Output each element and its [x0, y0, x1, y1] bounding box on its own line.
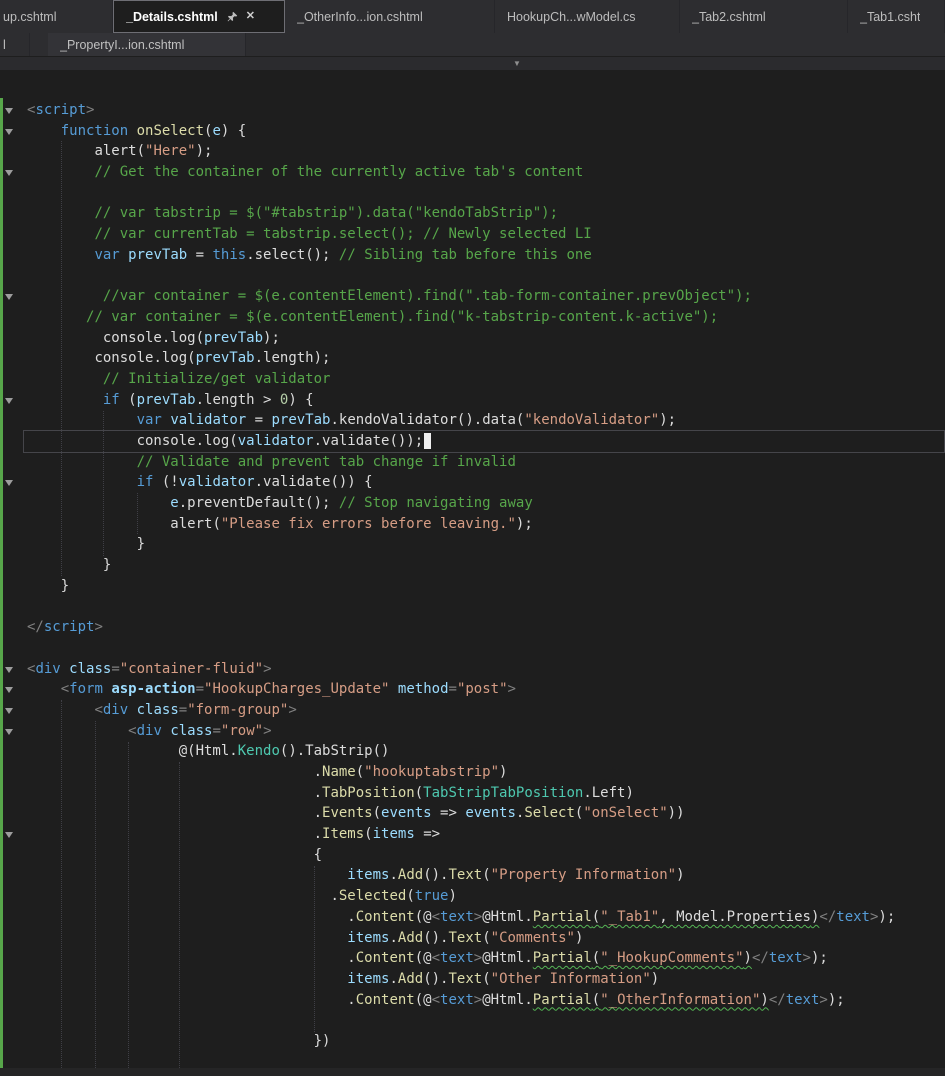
- code-line[interactable]: .Content(@<text>@Html.Partial("_HookupCo…: [0, 948, 945, 969]
- fold-marker-icon[interactable]: [5, 666, 13, 673]
- close-icon[interactable]: ✕: [246, 11, 255, 22]
- code-line[interactable]: alert("Here");: [0, 141, 945, 162]
- code-line[interactable]: .TabPosition(TabStripTabPosition.Left): [0, 783, 945, 804]
- tab-label: up.cshtml: [3, 9, 57, 24]
- code-editor[interactable]: <script> function onSelect(e) { alert("H…: [0, 70, 945, 1076]
- fold-marker-icon[interactable]: [5, 728, 13, 735]
- tab-label: _OtherInfo...ion.cshtml: [297, 9, 423, 24]
- fold-marker-icon[interactable]: [5, 397, 13, 404]
- code-line[interactable]: console.log(prevTab.length);: [0, 348, 945, 369]
- code-line[interactable]: function onSelect(e) {: [0, 121, 945, 142]
- code-line[interactable]: .Content(@<text>@Html.Partial("_OtherInf…: [0, 990, 945, 1011]
- fold-marker-icon[interactable]: [5, 108, 13, 114]
- code-line[interactable]: }: [0, 555, 945, 576]
- code-line[interactable]: items.Add().Text("Property Information"): [0, 865, 945, 886]
- bottom-strip: [0, 1068, 945, 1076]
- tab-label: _Tab1.csht: [860, 9, 921, 24]
- editor-top-strip: ▼: [0, 56, 945, 70]
- code-line[interactable]: // var tabstrip = $("#tabstrip").data("k…: [0, 203, 945, 224]
- fold-marker-icon[interactable]: [5, 128, 13, 135]
- tab-bar-row-2: l _PropertyI...ion.cshtml: [0, 33, 945, 56]
- tab-label: _PropertyI...ion.cshtml: [60, 37, 185, 52]
- code-line[interactable]: <form asp-action="HookupCharges_Update" …: [0, 679, 945, 700]
- code-line[interactable]: // var container = $(e.contentElement).f…: [0, 307, 945, 328]
- code-line[interactable]: [0, 638, 945, 659]
- code-line[interactable]: // Initialize/get validator: [0, 369, 945, 390]
- code-line[interactable]: .Name("hookuptabstrip"): [0, 762, 945, 783]
- tab-label: _Tab2.cshtml: [692, 9, 766, 24]
- code-line[interactable]: console.log(prevTab);: [0, 328, 945, 349]
- code-line[interactable]: var validator = prevTab.kendoValidator()…: [0, 410, 945, 431]
- code-line[interactable]: // Get the container of the currently ac…: [0, 162, 945, 183]
- code-line[interactable]: //var container = $(e.contentElement).fi…: [0, 286, 945, 307]
- document-tab[interactable]: l: [0, 33, 30, 56]
- document-tab[interactable]: _PropertyI...ion.cshtml: [48, 33, 246, 56]
- fold-marker-icon[interactable]: [5, 170, 13, 177]
- document-tab[interactable]: _Details.cshtml ✕: [113, 0, 285, 33]
- code-line[interactable]: [0, 266, 945, 287]
- code-line[interactable]: <script>: [0, 100, 945, 121]
- tab-label: HookupCh...wModel.cs: [507, 9, 636, 24]
- fold-marker-icon[interactable]: [5, 294, 13, 301]
- fold-marker-icon[interactable]: [5, 480, 13, 487]
- code-line[interactable]: // var currentTab = tabstrip.select(); /…: [0, 224, 945, 245]
- document-tab[interactable]: _OtherInfo...ion.cshtml: [285, 0, 495, 33]
- code-line[interactable]: }: [0, 534, 945, 555]
- chevron-down-icon[interactable]: ▼: [513, 59, 521, 68]
- code-line[interactable]: items.Add().Text("Comments"): [0, 928, 945, 949]
- pin-icon[interactable]: [227, 11, 238, 22]
- code-line[interactable]: .Events(events => events.Select("onSelec…: [0, 803, 945, 824]
- code-line[interactable]: }): [0, 1031, 945, 1052]
- code-line[interactable]: [0, 1010, 945, 1031]
- code-line[interactable]: e.preventDefault(); // Stop navigating a…: [0, 493, 945, 514]
- code-line[interactable]: }: [0, 576, 945, 597]
- document-tab[interactable]: HookupCh...wModel.cs: [495, 0, 680, 33]
- code-line[interactable]: if (!validator.validate()) {: [0, 472, 945, 493]
- code-line[interactable]: .Selected(true): [0, 886, 945, 907]
- code-line[interactable]: [0, 597, 945, 618]
- code-line[interactable]: </script>: [0, 617, 945, 638]
- code-line[interactable]: if (prevTab.length > 0) {: [0, 390, 945, 411]
- code-line[interactable]: alert("Please fix errors before leaving.…: [0, 514, 945, 535]
- fold-marker-icon[interactable]: [5, 832, 13, 839]
- code-line[interactable]: {: [0, 845, 945, 866]
- code-line[interactable]: .Content(@<text>@Html.Partial("_Tab1", M…: [0, 907, 945, 928]
- document-tab[interactable]: _Tab1.csht: [848, 0, 945, 33]
- tab-label: l: [3, 37, 6, 52]
- code-line[interactable]: <div class="container-fluid">: [0, 659, 945, 680]
- tab-bar-row-1: up.cshtml _Details.cshtml ✕ _OtherInfo...io…: [0, 0, 945, 33]
- fold-marker-icon[interactable]: [5, 687, 13, 694]
- code-line[interactable]: var prevTab = this.select(); // Sibling …: [0, 245, 945, 266]
- document-tab[interactable]: up.cshtml: [0, 0, 113, 33]
- fold-marker-icon[interactable]: [5, 707, 13, 714]
- document-tab[interactable]: _Tab2.cshtml: [680, 0, 848, 33]
- code-line[interactable]: <div class="form-group">: [0, 700, 945, 721]
- tab-label: _Details.cshtml: [126, 9, 218, 24]
- code-line[interactable]: <div class="row">: [0, 721, 945, 742]
- code-line[interactable]: .Items(items =>: [0, 824, 945, 845]
- code-line[interactable]: // Validate and prevent tab change if in…: [0, 452, 945, 473]
- code-lines: <script> function onSelect(e) { alert("H…: [0, 100, 945, 1076]
- code-line[interactable]: items.Add().Text("Other Information"): [0, 969, 945, 990]
- code-line[interactable]: [0, 183, 945, 204]
- code-line[interactable]: console.log(validator.validate());: [0, 430, 945, 453]
- code-line[interactable]: @(Html.Kendo().TabStrip(): [0, 741, 945, 762]
